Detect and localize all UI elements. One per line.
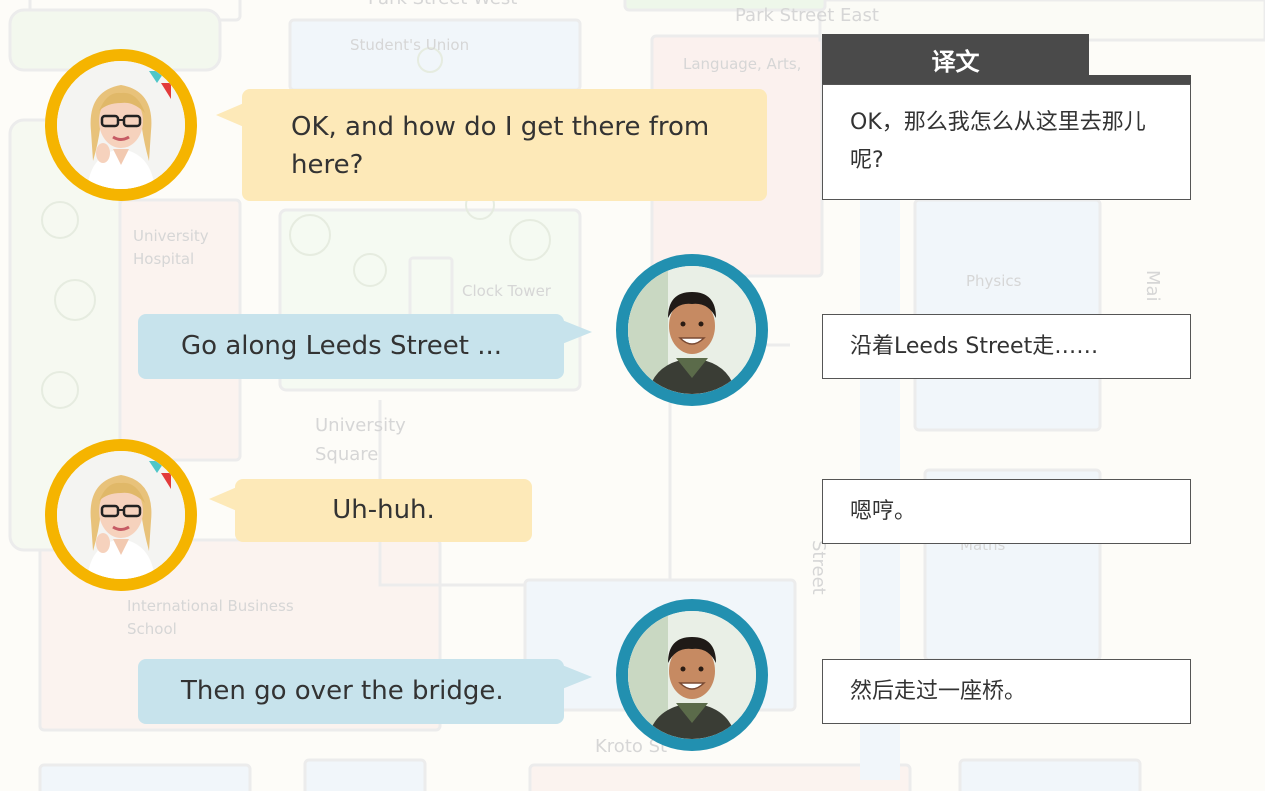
speech-bubble-male-2[interactable]: Then go over the bridge.	[138, 659, 592, 724]
bubble-tail	[562, 665, 592, 689]
speech-bubble-female-2[interactable]: Uh-huh.	[209, 479, 532, 542]
bubble-tail	[562, 320, 592, 344]
translation-box-1: OK，那么我怎么从这里去那儿呢?	[822, 84, 1191, 200]
dialogue-text: OK, and how do I get there from here?	[291, 112, 710, 180]
woman-with-glasses-portrait	[57, 451, 185, 579]
speech-bubble-male-1[interactable]: Go along Leeds Street ...	[138, 314, 592, 379]
speech-bubble-female-1[interactable]: OK, and how do I get there from here?	[216, 89, 767, 201]
translation-text: 然后走过一座桥。	[850, 678, 1027, 704]
map-label-street-vertical: Street	[808, 540, 829, 595]
map-label-clock-tower: Clock Tower	[462, 282, 551, 300]
map-label-park-street-east: Park Street East	[735, 5, 879, 26]
male-speaker-avatar	[616, 599, 768, 751]
dialogue-text: Go along Leeds Street ...	[181, 331, 503, 361]
bubble-tail	[209, 487, 237, 511]
male-speaker-avatar	[616, 254, 768, 406]
bubble-tail	[216, 103, 244, 127]
map-label-physics: Physics	[966, 272, 1022, 290]
map-label-university-square-2: Square	[315, 444, 379, 465]
smiling-man-portrait	[628, 611, 756, 739]
translation-header: 译文	[822, 34, 1089, 84]
female-speaker-avatar	[45, 49, 197, 201]
translation-box-2: 沿着Leeds Street走……	[822, 314, 1191, 379]
smiling-man-portrait	[628, 266, 756, 394]
translation-text: 沿着Leeds Street走……	[850, 333, 1099, 359]
map-label-university-hospital-2: Hospital	[133, 250, 195, 268]
translation-header-bar	[1089, 75, 1191, 84]
map-label-students-union: Student's Union	[350, 36, 470, 54]
map-label-university-square-1: University	[315, 415, 406, 436]
female-speaker-avatar	[45, 439, 197, 591]
map-label-international-business-1: International Business	[127, 597, 294, 615]
translation-text: 嗯哼。	[850, 498, 917, 524]
map-label-park-street-west: Park Street West	[368, 0, 517, 9]
map-label-language-arts: Language, Arts,	[683, 55, 802, 73]
dialogue-text: Uh-huh.	[332, 495, 435, 525]
map-label-university-hospital-1: University	[133, 227, 209, 245]
translation-text: OK，那么我怎么从这里去那儿呢?	[850, 110, 1146, 173]
translation-box-4: 然后走过一座桥。	[822, 659, 1191, 724]
translation-box-3: 嗯哼。	[822, 479, 1191, 544]
woman-with-glasses-portrait	[57, 61, 185, 189]
dialogue-text: Then go over the bridge.	[181, 676, 504, 706]
map-label-main-vertical: Mai	[1142, 270, 1163, 302]
map-label-international-business-2: School	[127, 620, 177, 638]
